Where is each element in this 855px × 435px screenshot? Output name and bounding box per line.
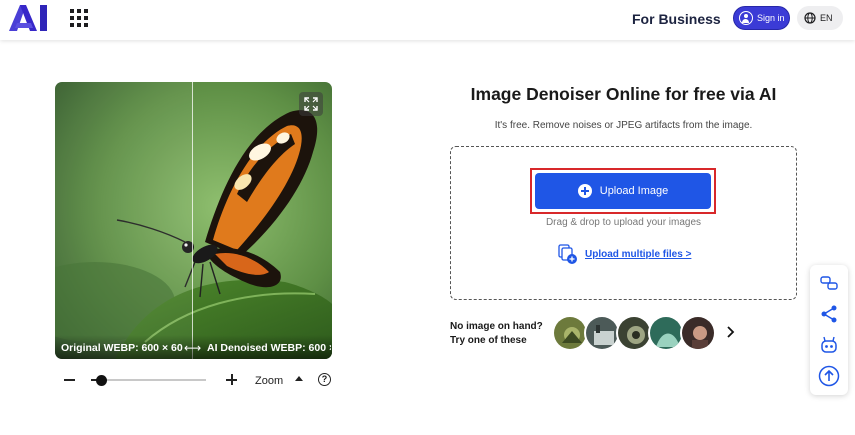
user-icon — [739, 11, 753, 25]
denoised-caption: AI Denoised WEBP: 600 ×... — [207, 342, 331, 354]
before-after-preview[interactable]: Original WEBP: 600 × 60... ⟷ AI Denoised… — [55, 82, 332, 359]
for-business-link[interactable]: For Business — [632, 11, 721, 27]
drag-drop-hint: Drag & drop to upload your images — [545, 217, 702, 228]
sample-image-1[interactable] — [552, 315, 588, 351]
upload-multiple-link[interactable]: Upload multiple files > — [585, 249, 691, 260]
expand-button[interactable] — [299, 92, 323, 116]
ai-logo-icon[interactable] — [9, 5, 49, 31]
language-label: EN — [820, 13, 833, 23]
sample-image-4[interactable] — [648, 315, 684, 351]
sign-in-button[interactable]: Sign in — [733, 6, 790, 30]
top-header: For Business Sign in EN — [0, 0, 855, 40]
share-icon[interactable] — [819, 304, 839, 324]
sign-in-label: Sign in — [757, 13, 785, 23]
globe-icon — [804, 12, 816, 24]
plus-circle-icon — [577, 184, 592, 198]
upload-multiple-row[interactable]: Upload multiple files > — [557, 243, 691, 265]
sample-image-2[interactable] — [584, 315, 620, 351]
scroll-top-icon[interactable] — [818, 365, 840, 387]
sample-label: No image on hand? Try one of these — [450, 320, 543, 348]
upload-image-label: Upload Image — [599, 185, 669, 197]
zoom-slider[interactable] — [91, 375, 206, 386]
compare-arrows-icon: ⟷ — [184, 341, 202, 355]
butterfly-image — [55, 82, 332, 359]
bot-icon[interactable] — [819, 335, 839, 355]
floating-toolbar — [810, 265, 848, 395]
sample-image-3[interactable] — [616, 315, 652, 351]
compare-divider[interactable] — [192, 82, 193, 359]
page-title: Image Denoiser Online for free via AI — [470, 84, 777, 104]
zoom-out-icon[interactable] — [63, 372, 77, 386]
multiple-files-icon — [558, 244, 577, 264]
expand-icon — [304, 97, 318, 111]
caret-up-icon[interactable] — [295, 376, 303, 381]
sample-label-line2: Try one of these — [450, 335, 527, 346]
chevron-right-icon[interactable] — [725, 325, 735, 339]
original-caption: Original WEBP: 600 × 60... — [61, 342, 183, 354]
language-button[interactable]: EN — [797, 6, 843, 30]
sample-label-line1: No image on hand? — [450, 321, 543, 332]
help-icon[interactable]: ? — [318, 373, 331, 386]
zoom-slider-thumb[interactable] — [96, 375, 108, 386]
upload-image-button[interactable]: Upload Image — [535, 173, 711, 209]
zoom-controls: Zoom ? — [55, 370, 345, 392]
zoom-label[interactable]: Zoom — [255, 375, 283, 387]
zoom-in-icon[interactable] — [225, 372, 239, 386]
page-subtitle: It's free. Remove noises or JPEG artifac… — [494, 120, 753, 131]
sample-image-5[interactable] — [680, 315, 716, 351]
apps-grid-icon[interactable] — [70, 9, 88, 27]
feedback-icon[interactable] — [819, 273, 839, 293]
